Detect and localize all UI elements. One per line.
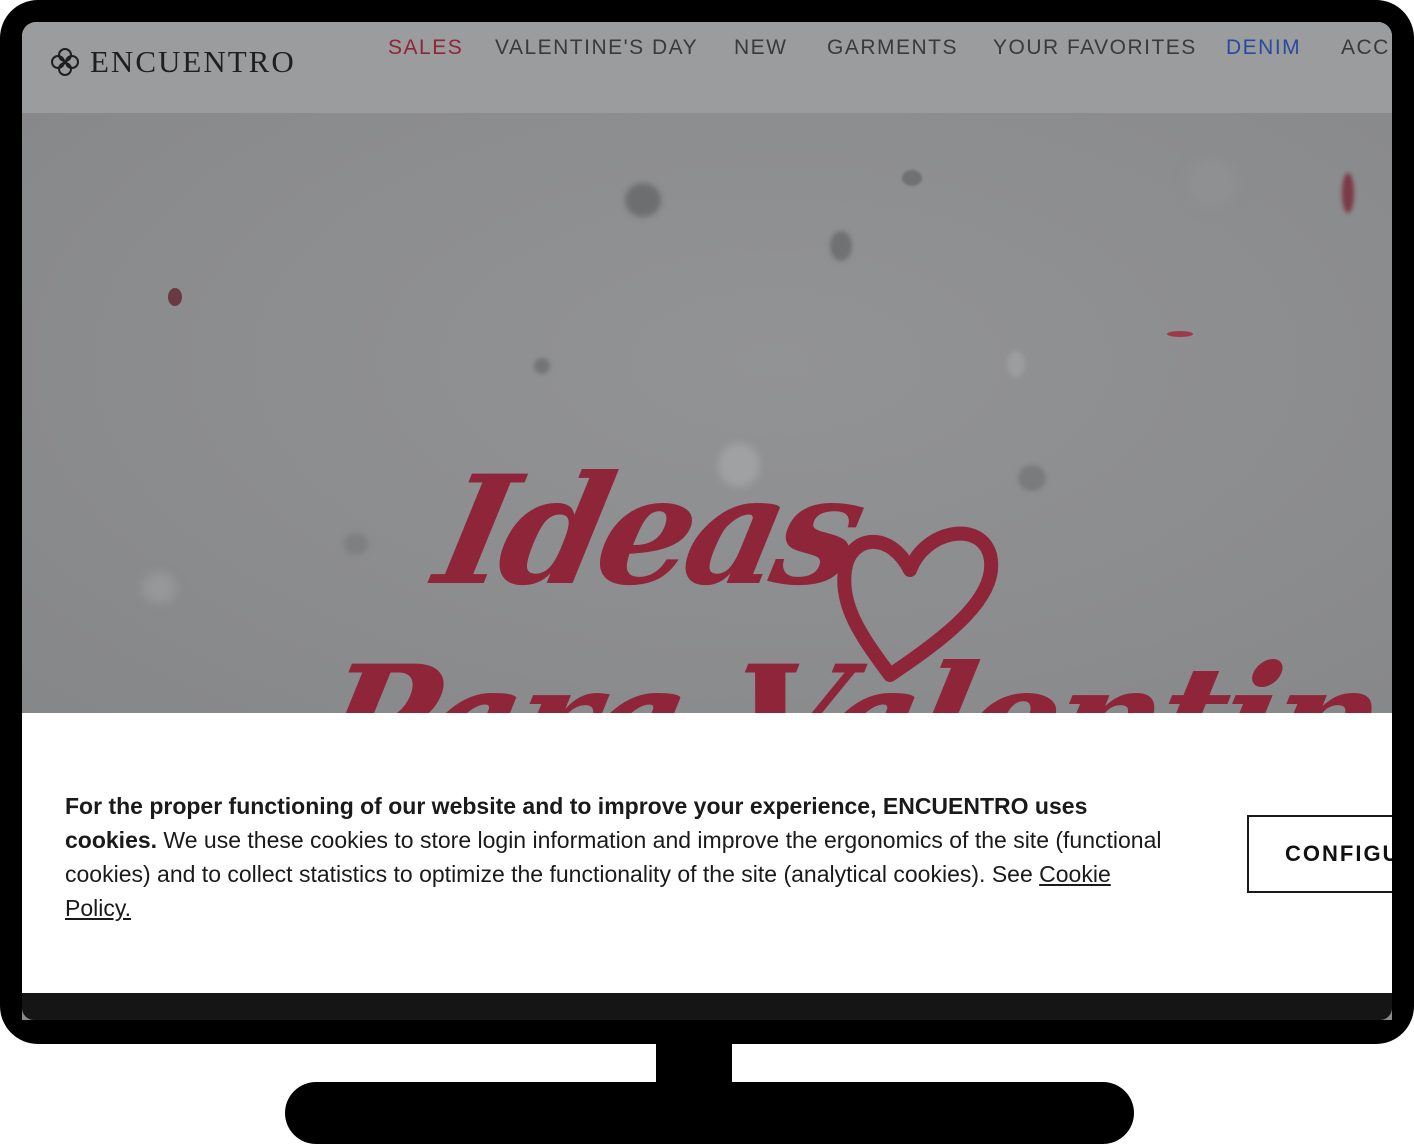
confetti-dot — [1018, 465, 1046, 491]
hero-banner[interactable]: Ideas Para Valentin — [22, 113, 1392, 863]
confetti-dot — [1187, 158, 1237, 208]
screen-bezel-bottom — [22, 993, 1392, 1020]
confetti-dot — [625, 183, 661, 217]
configure-cookies-button[interactable]: CONFIGURE — [1247, 815, 1392, 893]
nav-item-sales[interactable]: SALES — [388, 36, 463, 60]
cookie-banner: For the proper functioning of our websit… — [22, 713, 1392, 995]
cookie-message-body: We use these cookies to store login info… — [65, 827, 1162, 887]
site-header: ENCUENTRO SALES VALENTINE'S DAY NEW GARM… — [22, 22, 1392, 113]
confetti-dot — [534, 358, 550, 374]
hero-title-line1: Ideas — [423, 443, 873, 619]
confetti-dot — [1007, 351, 1025, 377]
confetti-dot — [830, 231, 852, 261]
nav-item-denim[interactable]: DENIM — [1226, 36, 1301, 60]
site-logo[interactable]: ENCUENTRO — [50, 34, 296, 90]
confetti-dot — [1167, 331, 1193, 337]
nav-item-new[interactable]: NEW — [734, 36, 788, 60]
logo-text: ENCUENTRO — [90, 44, 296, 79]
confetti-dot — [142, 573, 176, 603]
confetti-dot — [1342, 173, 1354, 213]
monitor-stand-base — [285, 1082, 1134, 1144]
nav-item-accessories[interactable]: ACC — [1341, 36, 1390, 60]
nav-item-garments[interactable]: GARMENTS — [827, 36, 958, 60]
nav-item-your-favorites[interactable]: YOUR FAVORITES — [993, 36, 1197, 60]
confetti-dot — [344, 533, 368, 555]
confetti-dot — [168, 288, 182, 306]
flower-logo-icon — [51, 48, 79, 76]
browser-screen: Ideas Para Valentin ENCUENTRO SALES VALE… — [22, 22, 1392, 1020]
cookie-message: For the proper functioning of our websit… — [65, 789, 1175, 925]
confetti-dot — [902, 170, 922, 186]
nav-item-valentines-day[interactable]: VALENTINE'S DAY — [495, 36, 698, 60]
